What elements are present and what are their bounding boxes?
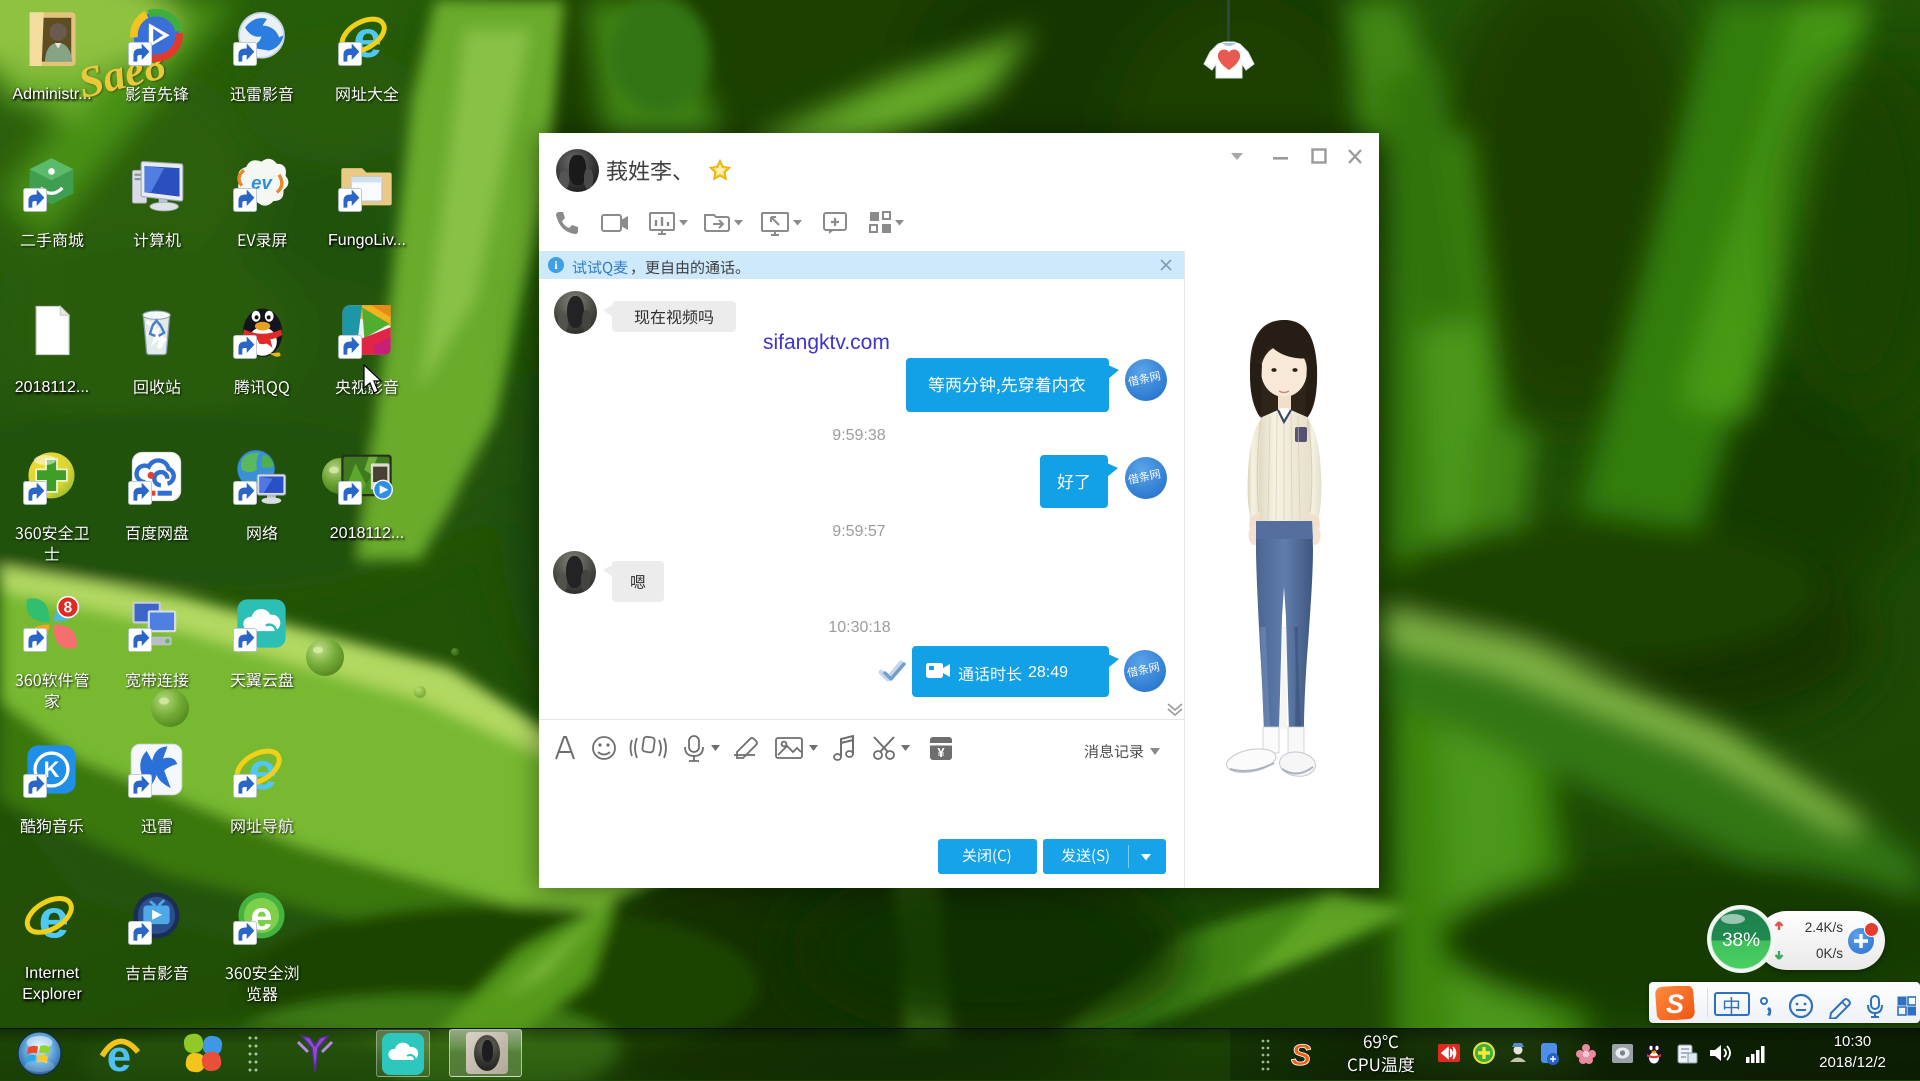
svg-text:e: e xyxy=(107,1032,131,1077)
svg-text:8: 8 xyxy=(64,600,73,617)
svg-text:38%: 38% xyxy=(1722,930,1760,951)
svg-text:0K/s: 0K/s xyxy=(1816,946,1843,961)
svg-text:S: S xyxy=(1666,989,1684,1019)
svg-text:¥: ¥ xyxy=(937,745,945,760)
svg-text:S: S xyxy=(1291,1039,1311,1072)
svg-text:2.4K/s: 2.4K/s xyxy=(1805,920,1844,935)
